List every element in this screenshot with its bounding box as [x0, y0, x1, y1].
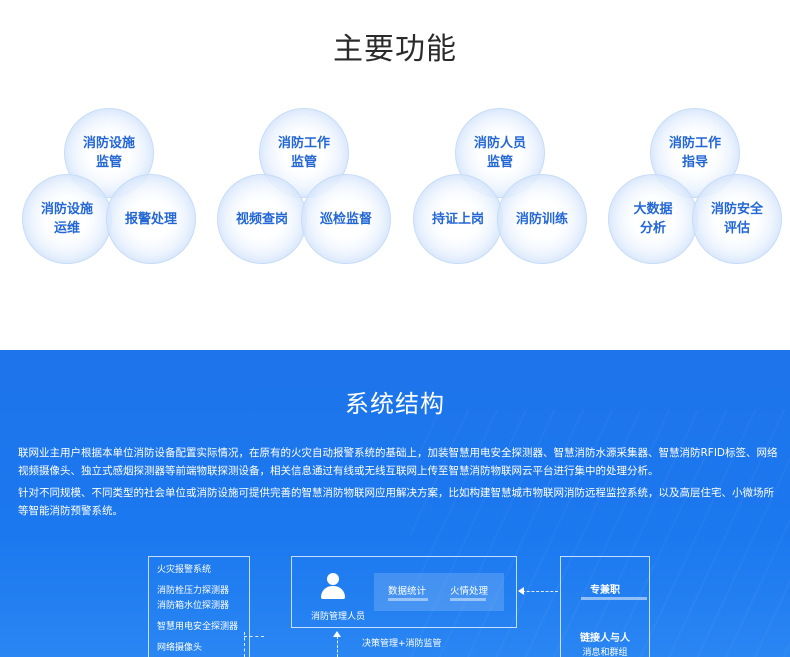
- feature-label: 报警处理: [124, 211, 177, 227]
- system-section: 系统结构 联网业主用户根据本单位消防设备配置实际情况，在原有的火灾自动报警系统的…: [0, 350, 790, 657]
- feature-label: 视频查岗: [235, 211, 288, 227]
- link-title: 链接人与人: [580, 633, 630, 644]
- feature-label: 大数据 分析: [633, 202, 673, 236]
- feature-circle: 视频查岗: [217, 174, 307, 264]
- feature-label: 巡检监督: [319, 211, 372, 227]
- arrow-up-icon: [333, 631, 341, 637]
- feature-circle: 大数据 分析: [608, 174, 698, 264]
- link-subtitle: 消息和群组: [582, 648, 628, 657]
- connector-line: [244, 636, 264, 637]
- feature-group-1: 消防设施 监管 消防设施 运维 报警处理: [22, 106, 202, 276]
- feature-circle: 消防训练: [497, 174, 587, 264]
- feature-circle: 巡检监督: [301, 174, 391, 264]
- feature-label: 消防工作 指导: [668, 136, 721, 170]
- feature-circle: 报警处理: [106, 174, 196, 264]
- connector-line: [337, 636, 338, 657]
- feature-group-3: 消防人员 监管 持证上岗 消防训练: [413, 106, 593, 276]
- devices-box: 火灾报警系统 消防栓压力探测器 消防箱水位探测器 智慧用电安全探测器 网络摄像头: [148, 556, 250, 657]
- connector-line: [522, 591, 558, 592]
- feature-label: 消防设施 监管: [82, 136, 135, 170]
- feature-label: 消防安全 评估: [710, 202, 763, 236]
- system-description: 联网业主用户根据本单位消防设备配置实际情况，在原有的火灾自动报警系统的基础上，加…: [18, 447, 778, 477]
- sub-label-cut: [388, 598, 428, 601]
- user-icon: [320, 573, 346, 601]
- decision-label: 决策管理+消防监管: [362, 639, 442, 649]
- stat-label: 数据统计: [388, 586, 427, 597]
- platform-panel: 数据统计 火情处理: [374, 573, 504, 611]
- fire-label: 火情处理: [450, 586, 489, 597]
- feature-label: 消防工作 监管: [277, 136, 330, 170]
- arrow-left-icon: [518, 587, 524, 595]
- feature-circle: 消防安全 评估: [692, 174, 782, 264]
- features-section: 主要功能 消防设施 监管 消防设施 运维 报警处理 消防工作 监管 视频查岗 巡…: [0, 0, 790, 350]
- system-description-2: 针对不同规模、不同类型的社会单位或消防设施可提供完善的智慧消防物联网应用解决方案…: [18, 487, 774, 517]
- feature-label: 消防人员 监管: [473, 136, 526, 170]
- feature-label: 消防训练: [515, 211, 568, 227]
- feature-circle: 持证上岗: [413, 174, 503, 264]
- system-title: 系统结构: [345, 390, 445, 418]
- staff-box: 专兼职 链接人与人 消息和群组: [560, 556, 650, 657]
- device-item: 智慧用电安全探测器: [157, 622, 239, 632]
- feature-circle: 消防设施 运维: [22, 174, 112, 264]
- device-item: 消防箱水位探测器: [157, 601, 230, 611]
- feature-group-2: 消防工作 监管 视频查岗 巡检监督: [217, 106, 397, 276]
- device-item: 火灾报警系统: [157, 565, 212, 575]
- feature-label: 消防设施 运维: [40, 202, 93, 236]
- feature-group-4: 消防工作 指导 大数据 分析 消防安全 评估: [608, 106, 788, 276]
- staff-title: 专兼职: [590, 585, 620, 596]
- manager-label: 消防管理人员: [310, 612, 365, 622]
- staff-subtitle-cut: [581, 597, 647, 600]
- feature-label: 持证上岗: [431, 211, 484, 227]
- features-title: 主要功能: [333, 32, 457, 67]
- device-item: 网络摄像头: [157, 643, 203, 653]
- sub-label-cut: [450, 598, 486, 601]
- management-box: 消防管理人员 数据统计 火情处理: [291, 556, 517, 628]
- device-item: 消防栓压力探测器: [157, 586, 230, 596]
